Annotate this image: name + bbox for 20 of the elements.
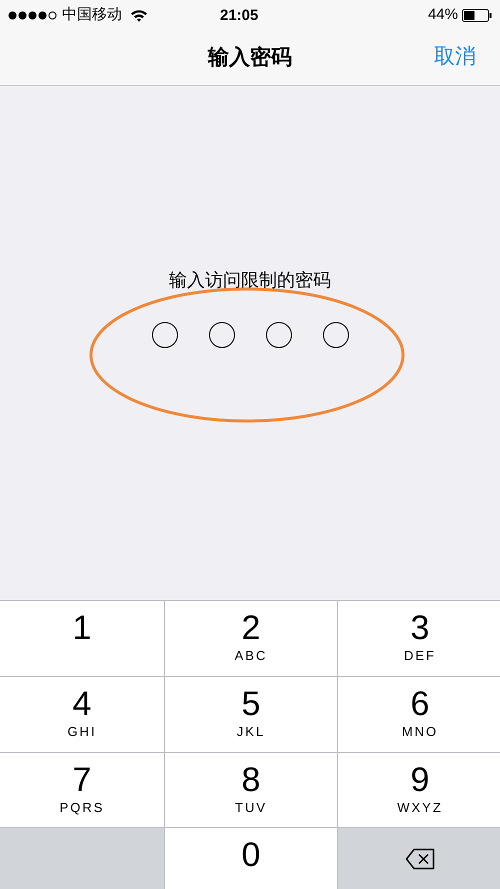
keypad-key[interactable]: 2 ABC bbox=[165, 601, 337, 676]
delete-key[interactable] bbox=[338, 828, 500, 889]
nav-title: 输入密码 bbox=[208, 44, 292, 71]
backspace-icon bbox=[405, 848, 435, 870]
wifi-icon bbox=[130, 8, 148, 22]
battery-icon bbox=[462, 8, 492, 22]
keypad-key[interactable]: 3 DEF bbox=[338, 601, 500, 676]
keypad-key[interactable]: 9 WXYZ bbox=[338, 752, 500, 828]
passcode-prompt: 输入访问限制的密码 bbox=[169, 269, 331, 292]
keypad-key[interactable]: 1 bbox=[0, 601, 164, 676]
keypad-key[interactable]: 5 JKL bbox=[165, 676, 337, 752]
signal-icon bbox=[8, 10, 58, 20]
keypad-key[interactable]: 7 PQRS bbox=[0, 752, 164, 828]
keypad-key[interactable]: 6 MNO bbox=[338, 676, 500, 752]
battery-percent: 44% bbox=[428, 4, 458, 25]
keypad-key[interactable]: 0 bbox=[165, 828, 337, 889]
keypad-key[interactable]: 4 GHI bbox=[0, 676, 164, 752]
keypad-key[interactable]: 8 TUV bbox=[165, 752, 337, 828]
carrier-name: 中国移动 bbox=[62, 4, 122, 25]
status-time: 21:05 bbox=[220, 6, 258, 26]
